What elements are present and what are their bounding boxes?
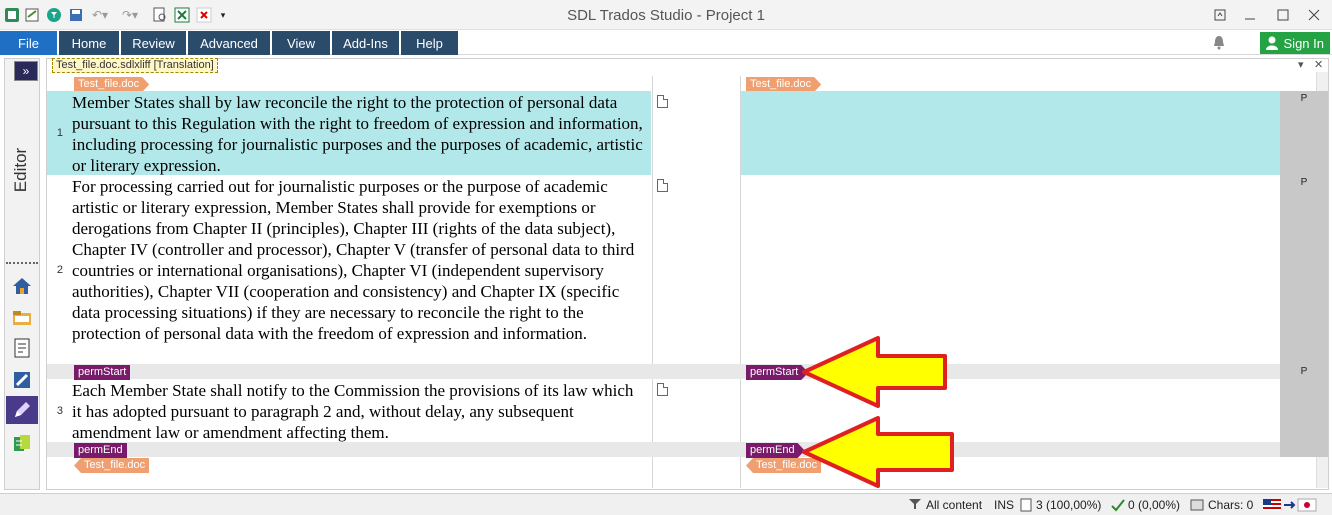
files-view-icon[interactable]	[6, 304, 38, 332]
segment-status: P	[1280, 364, 1328, 379]
notification-bell-icon[interactable]	[1211, 34, 1227, 50]
perm-end-tag-source[interactable]: permEnd	[74, 443, 127, 458]
segment-number: 3	[56, 404, 63, 417]
file-start-tag-target[interactable]: Test_file.doc	[746, 77, 821, 92]
restore-layout-icon[interactable]	[1210, 5, 1230, 25]
minimize-icon[interactable]	[1240, 5, 1260, 25]
segment-status: P	[1280, 175, 1328, 364]
tab-file[interactable]: File	[0, 31, 57, 55]
chars-icon	[1190, 498, 1204, 515]
segment-row[interactable]: 1 Member States shall by law reconcile t…	[47, 91, 1328, 175]
confirmed-count: 0 (0,00%)	[1128, 498, 1181, 512]
pane-close-icon[interactable]: ✕	[1314, 58, 1323, 71]
funnel-icon[interactable]	[908, 498, 922, 513]
sign-in-label: Sign In	[1283, 35, 1324, 51]
segment-status: P	[1280, 91, 1328, 175]
document-status-icon	[657, 95, 668, 108]
target-text[interactable]	[741, 91, 1277, 175]
source-text[interactable]: Member States shall by law reconcile the…	[72, 91, 647, 175]
projects-view-icon[interactable]	[6, 272, 38, 300]
file-start-row: Test_file.doc Test_file.doc	[47, 76, 1328, 91]
tab-view[interactable]: View	[272, 31, 330, 55]
document-status-icon	[657, 179, 668, 192]
status-bar: All content INS 3 (100,00%) 0 (0,00%) Ch…	[0, 493, 1332, 515]
annotation-arrow-icon	[802, 416, 954, 488]
perm-start-tag-target[interactable]: permStart	[746, 365, 808, 380]
title-bar: ↶▾ ↷▾ ▾ SDL Trados Studio - Project 1	[0, 0, 1332, 30]
termbase-view-icon[interactable]	[6, 430, 38, 458]
ribbon-tabs: File Home Review Advanced View Add-Ins H…	[0, 30, 1332, 55]
segments-count: 3 (100,00%)	[1036, 498, 1102, 512]
document-tab[interactable]: Test_file.doc.sdlxliff [Translation]	[52, 58, 218, 73]
segment-number: 1	[56, 127, 63, 139]
source-text[interactable]: For processing carried out for journalis…	[72, 175, 647, 364]
confirmed-icon	[1110, 498, 1126, 515]
translation-memories-icon[interactable]	[6, 366, 38, 394]
window-title: SDL Trados Studio - Project 1	[567, 7, 765, 24]
tab-help[interactable]: Help	[401, 31, 458, 55]
segment-row[interactable]: 3 Each Member State shall notify to the …	[47, 379, 1328, 442]
perm-start-row: permStart permStart P	[47, 364, 1328, 380]
document-status-icon	[657, 383, 668, 396]
tab-add-ins[interactable]: Add-Ins	[332, 31, 399, 55]
reports-view-icon[interactable]	[6, 334, 38, 362]
annotation-arrow-icon	[802, 336, 947, 408]
perm-end-row: permEnd permEnd	[47, 442, 1328, 458]
tab-advanced[interactable]: Advanced	[188, 31, 270, 55]
segment-row[interactable]: 2 For processing carried out for journal…	[47, 175, 1328, 364]
file-end-row: Test_file.doc Test_file.doc	[47, 457, 1328, 473]
insert-mode[interactable]: INS	[994, 498, 1014, 512]
perm-start-tag-source[interactable]: permStart	[74, 365, 131, 380]
perm-end-tag-target[interactable]: permEnd	[746, 443, 805, 458]
editor-view-label: Editor	[11, 147, 31, 193]
file-start-tag-source[interactable]: Test_file.doc	[74, 77, 149, 92]
source-text[interactable]: Each Member State shall notify to the Co…	[72, 379, 647, 442]
pane-dropdown-icon[interactable]: ▾	[1298, 58, 1304, 71]
user-icon	[1266, 36, 1278, 50]
segment-number: 2	[56, 263, 63, 276]
sign-in-button[interactable]: Sign In	[1260, 32, 1330, 54]
tab-review[interactable]: Review	[121, 31, 186, 55]
maximize-icon[interactable]	[1273, 5, 1293, 25]
segment-status-bar	[1280, 442, 1328, 457]
close-icon[interactable]	[1304, 5, 1324, 25]
language-pair-icon[interactable]	[1262, 498, 1326, 515]
chars-count: Chars: 0	[1208, 498, 1254, 512]
segment-doc-icon	[1020, 498, 1032, 515]
segment-status-bar	[1280, 379, 1328, 442]
tab-home[interactable]: Home	[59, 31, 119, 55]
file-end-tag-source[interactable]: Test_file.doc	[74, 458, 150, 473]
editor-nav-icon[interactable]	[6, 396, 38, 424]
panel-grip[interactable]	[6, 262, 38, 266]
editor-view-tab[interactable]: Editor	[6, 84, 36, 256]
filter-status[interactable]: All content	[926, 498, 982, 512]
expand-panel-button[interactable]: »	[14, 61, 38, 81]
